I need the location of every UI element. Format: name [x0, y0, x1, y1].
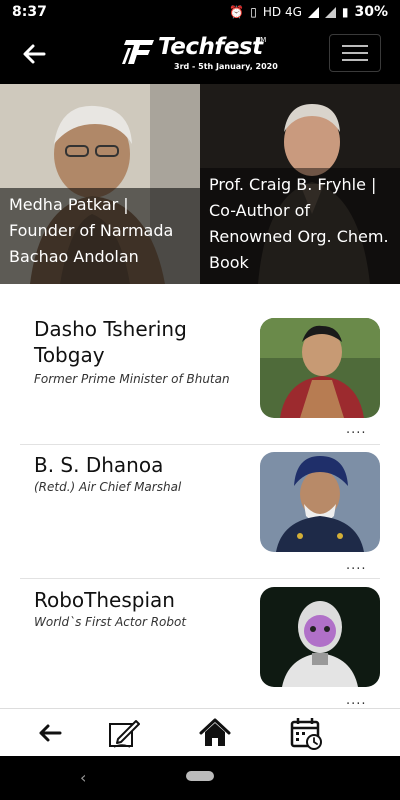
speaker-name: Dasho Tshering Tobgay: [34, 317, 187, 367]
wifi-signal-icon: [324, 6, 336, 18]
list-item[interactable]: Dasho Tshering Tobgay Former Prime Minis…: [20, 316, 380, 446]
featured-card-medha-patkar[interactable]: Medha Patkar | Founder of Narmada Bachao…: [0, 84, 200, 284]
logo-text: Techfest: [158, 34, 263, 60]
nav-home-button[interactable]: [197, 715, 233, 751]
speaker-list: Dasho Tshering Tobgay Former Prime Minis…: [0, 284, 400, 708]
speaker-role: Former Prime Minister of Bhutan: [34, 372, 230, 386]
more-dots[interactable]: ....: [346, 558, 367, 573]
caption-line: Founder of Narmada: [9, 221, 174, 240]
more-dots[interactable]: ....: [346, 422, 367, 437]
home-icon: [199, 718, 231, 746]
nav-back-button[interactable]: [32, 715, 68, 751]
system-back-icon[interactable]: ‹: [80, 768, 86, 787]
system-home-pill[interactable]: [186, 771, 214, 781]
speaker-photo: [260, 452, 380, 552]
list-item[interactable]: B. S. Dhanoa (Retd.) Air Chief Marshal .…: [20, 452, 380, 582]
caption-line: Co-Author of: [209, 201, 311, 220]
status-time: 8:37: [12, 4, 47, 20]
signal-icon: [307, 6, 319, 18]
status-indicators: ⏰ ▯ HD 4G ▮ 30%: [229, 4, 388, 20]
battery-icon: ▮: [341, 5, 349, 19]
speaker-name: RoboThespian: [34, 588, 175, 612]
speaker-name: B. S. Dhanoa: [34, 453, 164, 477]
edit-note-icon: [109, 720, 140, 748]
back-arrow-icon: [23, 44, 46, 64]
status-bar: 8:37 ⏰ ▯ HD 4G ▮ 30%: [0, 0, 400, 24]
app-bar: Techfest TM 3rd - 5th January, 2020: [0, 24, 400, 84]
menu-bar-icon: [342, 45, 368, 47]
speaker-role: World`s First Actor Robot: [34, 615, 187, 629]
speaker-role: (Retd.) Air Chief Marshal: [34, 480, 182, 494]
logo-trademark: TM: [256, 36, 267, 44]
caption-line: Medha Patkar |: [9, 195, 129, 214]
caption-line: Prof. Craig B. Fryhle |: [209, 175, 377, 194]
bottom-nav: [0, 708, 400, 756]
caption-line: Bachao Andolan: [9, 247, 139, 266]
divider: [20, 578, 380, 579]
speaker-photo: [260, 587, 380, 687]
nav-schedule-button[interactable]: [288, 715, 324, 751]
caption-line: Renowned Org. Chem.: [209, 227, 389, 246]
alarm-icon: ⏰: [229, 5, 245, 19]
menu-bar-icon: [342, 52, 368, 54]
back-arrow-icon: [39, 724, 62, 742]
system-nav-bar: ‹: [0, 756, 400, 800]
more-dots[interactable]: ....: [346, 693, 367, 708]
caption-line: Book: [209, 253, 249, 272]
list-item[interactable]: RoboThespian World`s First Actor Robot .…: [20, 587, 380, 708]
techfest-logo: Techfest TM 3rd - 5th January, 2020: [120, 34, 280, 78]
menu-button[interactable]: [329, 34, 381, 72]
techfest-logo-mark-icon: [122, 40, 154, 64]
calendar-icon: [290, 718, 322, 750]
featured-caption: Prof. Craig B. Fryhle | Co-Author of Ren…: [200, 168, 400, 284]
featured-caption: Medha Patkar | Founder of Narmada Bachao…: [0, 188, 200, 284]
featured-card-craig-fryhle[interactable]: Prof. Craig B. Fryhle | Co-Author of Ren…: [200, 84, 400, 284]
menu-bar-icon: [342, 59, 368, 61]
speaker-photo: [260, 318, 380, 418]
featured-speakers: Medha Patkar | Founder of Narmada Bachao…: [0, 84, 400, 284]
battery-percent: 30%: [354, 4, 388, 20]
back-button[interactable]: [20, 40, 48, 68]
nav-edit-button[interactable]: [106, 715, 142, 751]
logo-dates: 3rd - 5th January, 2020: [174, 62, 278, 71]
vibrate-icon: ▯: [250, 5, 257, 19]
network-label: HD 4G: [262, 5, 302, 19]
divider: [20, 444, 380, 445]
